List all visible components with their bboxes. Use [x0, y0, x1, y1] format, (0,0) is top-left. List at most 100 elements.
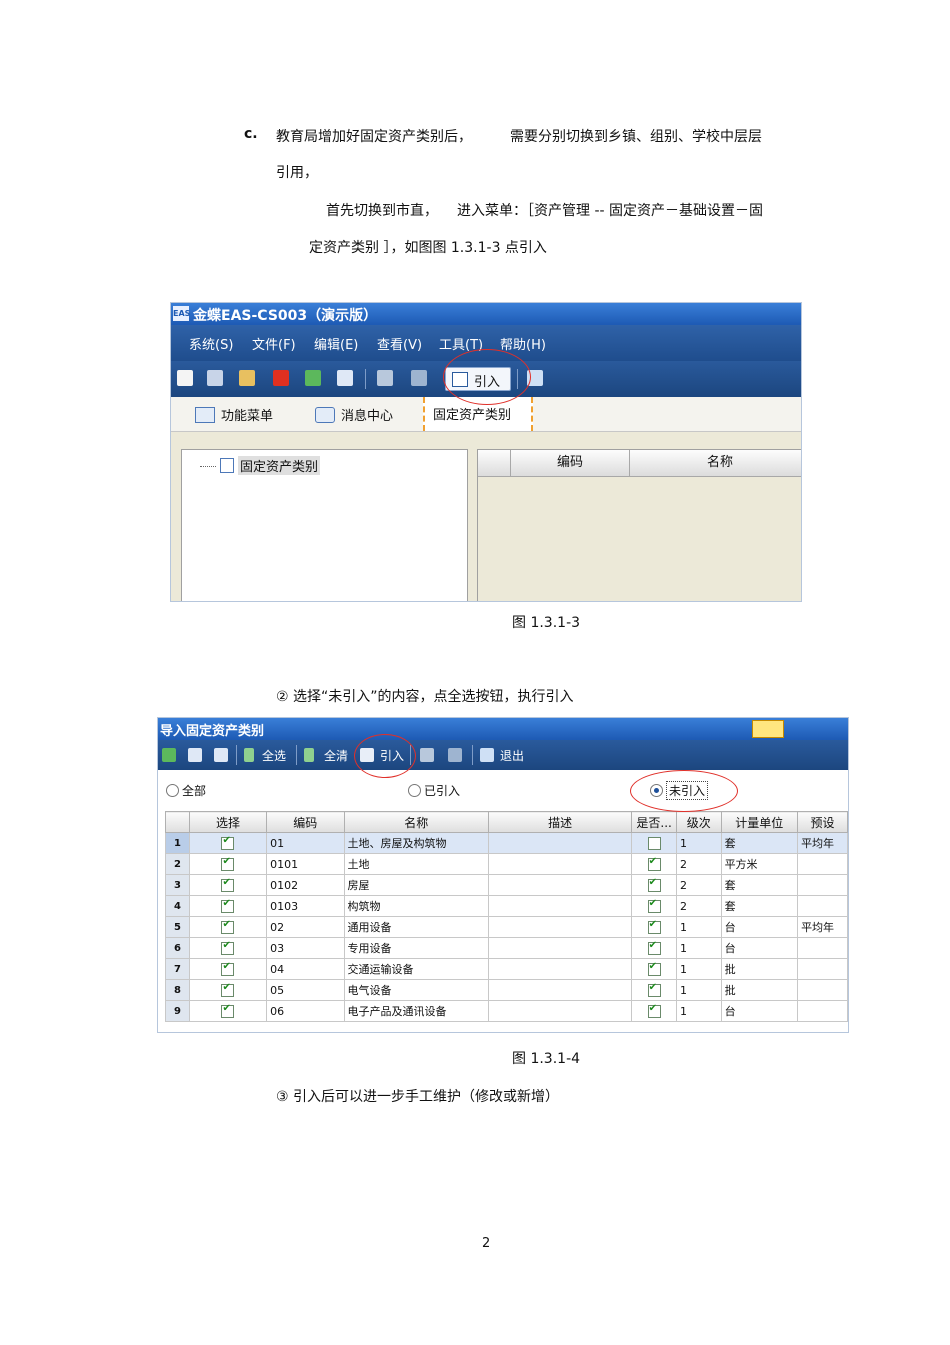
- checkbox[interactable]: [221, 898, 235, 913]
- checkbox[interactable]: [647, 1003, 661, 1018]
- column-header-flag[interactable]: 是否...: [631, 811, 677, 833]
- refresh-icon[interactable]: [305, 370, 321, 386]
- search-icon[interactable]: [214, 748, 228, 762]
- print-preview-icon[interactable]: [448, 748, 462, 762]
- select-all-button[interactable]: 全选: [262, 747, 286, 764]
- clear-all-button[interactable]: 全清: [324, 747, 348, 764]
- checkbox[interactable]: [647, 919, 661, 934]
- print-preview-icon[interactable]: [411, 370, 427, 386]
- name-cell: 电子产品及通讯设备: [343, 1000, 490, 1022]
- paragraph-2-part-a: 首先切换到市直，: [326, 203, 438, 219]
- menu-system[interactable]: 系统(S): [189, 334, 233, 353]
- figure-caption-1: 图 1.3.1-3: [512, 615, 581, 631]
- tree-root-node[interactable]: 固定资产类别: [238, 456, 321, 475]
- checkbox[interactable]: [221, 919, 235, 934]
- checkbox[interactable]: [647, 940, 661, 955]
- code-cell: 0103: [266, 895, 345, 917]
- table-header-row: 选择 编码 名称 描述 是否... 级次 计量单位 预设: [165, 811, 848, 833]
- checkbox[interactable]: [221, 856, 235, 871]
- save-icon[interactable]: [207, 370, 223, 386]
- print-icon[interactable]: [420, 748, 434, 762]
- table-row[interactable]: 8 05电气设备 1批: [165, 979, 848, 1001]
- preset-cell: [797, 937, 848, 959]
- unit-cell: 台: [720, 937, 799, 959]
- table-row[interactable]: 4 0103构筑物 2套: [165, 895, 848, 917]
- checkbox[interactable]: [221, 982, 235, 997]
- menu-edit[interactable]: 编辑(E): [314, 334, 358, 353]
- description-cell: [487, 1000, 633, 1022]
- filter-imported-radio[interactable]: [408, 784, 421, 797]
- menu-help[interactable]: 帮助(H): [500, 334, 546, 353]
- tab-message-center[interactable]: 消息中心: [315, 403, 415, 427]
- annotation-circle-not-imported: [630, 770, 738, 812]
- checkbox[interactable]: [647, 856, 661, 871]
- select-checkbox-cell: [188, 1000, 268, 1022]
- checkbox[interactable]: [221, 877, 235, 892]
- paragraph-2-part-c: 定资产类别 ］，如图图 1.3.1-3 点引入: [309, 240, 547, 256]
- checkbox[interactable]: [647, 982, 661, 997]
- level-cell: 1: [675, 916, 722, 938]
- description-cell: [487, 958, 633, 980]
- tab-label: 固定资产类别: [433, 408, 512, 423]
- flag-checkbox-cell: [631, 937, 677, 959]
- screenshot-import-dialog: 导入固定资产类别 全选 全清 引入 退出 全部 已引入 未引入 选择 编码 名称…: [157, 717, 849, 1033]
- delete-icon[interactable]: [273, 370, 289, 386]
- import-category-table: 选择 编码 名称 描述 是否... 级次 计量单位 预设 1 01土地、房屋及构筑…: [165, 811, 848, 1022]
- level-cell: 1: [675, 832, 722, 854]
- table-row[interactable]: 3 0102房屋 2套: [165, 874, 848, 896]
- preset-cell: [797, 979, 848, 1001]
- print-icon[interactable]: [377, 370, 393, 386]
- menu-view[interactable]: 查看(V): [377, 334, 422, 353]
- figure-caption-2: 图 1.3.1-4: [512, 1051, 581, 1067]
- table-row[interactable]: 101土地、房屋及构筑物1套平均年: [165, 832, 848, 854]
- code-cell: 05: [266, 979, 345, 1001]
- row-number: 6: [165, 937, 190, 959]
- description-cell: [487, 895, 633, 917]
- column-header-select[interactable]: 选择: [188, 811, 268, 833]
- row-number: 1: [165, 832, 190, 854]
- preset-cell: [797, 853, 848, 875]
- unit-cell: 套: [720, 832, 799, 854]
- name-cell: 土地: [343, 853, 490, 875]
- unit-cell: 批: [720, 958, 799, 980]
- column-header-unit[interactable]: 计量单位: [720, 811, 799, 833]
- step-2-text: ② 选择“未引入”的内容，点全选按钮，执行引入: [276, 689, 574, 705]
- checkbox[interactable]: [221, 1003, 235, 1018]
- code-cell: 0101: [266, 853, 345, 875]
- checkbox[interactable]: [647, 898, 661, 913]
- preset-cell: [797, 1000, 848, 1022]
- column-header-name[interactable]: 名称: [343, 811, 490, 833]
- checkbox[interactable]: [647, 836, 661, 850]
- checkbox[interactable]: [647, 877, 661, 892]
- code-cell: 04: [266, 958, 345, 980]
- table-row[interactable]: 5 02通用设备 1台平均年: [165, 916, 848, 938]
- checkbox[interactable]: [221, 940, 235, 955]
- row-number: 8: [165, 979, 190, 1001]
- level-cell: 1: [675, 1000, 722, 1022]
- table-row[interactable]: 7 04交通运输设备 1批: [165, 958, 848, 980]
- refresh-icon[interactable]: [162, 748, 176, 762]
- column-header-level[interactable]: 级次: [675, 811, 722, 833]
- grid-header-code[interactable]: 编码: [511, 450, 630, 477]
- annotation-circle-import: [443, 349, 531, 405]
- filter-icon[interactable]: [188, 748, 202, 762]
- new-icon[interactable]: [177, 370, 193, 386]
- menu-file[interactable]: 文件(F): [252, 334, 296, 353]
- description-cell: [487, 937, 633, 959]
- search-icon[interactable]: [337, 370, 353, 386]
- edit-icon[interactable]: [239, 370, 255, 386]
- column-header-preset[interactable]: 预设: [797, 811, 848, 833]
- checkbox[interactable]: [221, 835, 235, 850]
- grid-header-name[interactable]: 名称: [630, 450, 801, 477]
- filter-imported-label: 已引入: [424, 784, 461, 798]
- table-row[interactable]: 20101土地2平方米: [165, 853, 848, 875]
- table-row[interactable]: 6 03专用设备 1台: [165, 937, 848, 959]
- exit-button[interactable]: 退出: [500, 747, 524, 764]
- column-header-code[interactable]: 编码: [266, 811, 345, 833]
- filter-all-radio[interactable]: [166, 784, 179, 797]
- checkbox[interactable]: [221, 961, 235, 976]
- tab-function-menu[interactable]: 功能菜单: [195, 403, 305, 427]
- column-header-description[interactable]: 描述: [487, 811, 633, 833]
- table-row[interactable]: 9 06电子产品及通讯设备 1台: [165, 1000, 848, 1022]
- checkbox[interactable]: [647, 961, 661, 976]
